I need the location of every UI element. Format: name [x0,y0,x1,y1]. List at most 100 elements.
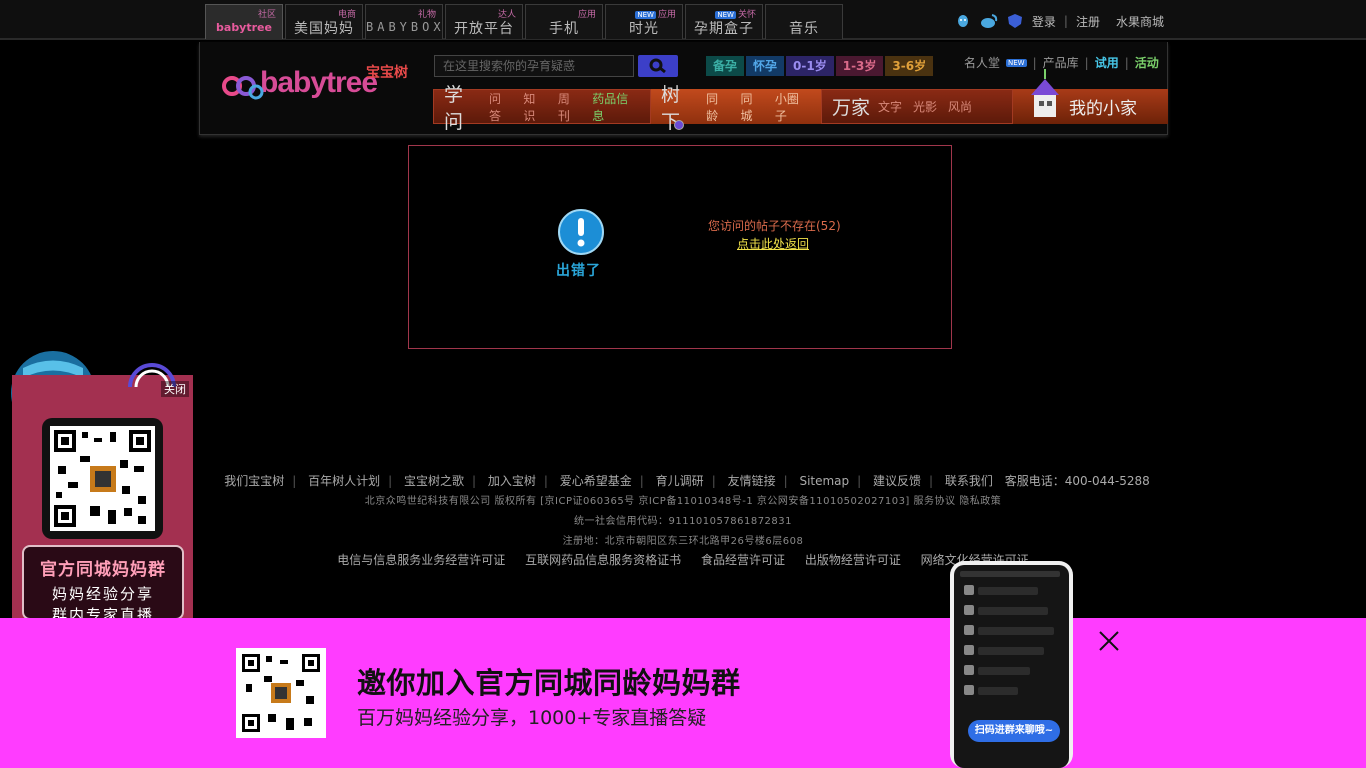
tab-tag-text: 关怀 [737,10,756,20]
nav-wenzi[interactable]: 文字 [878,98,902,115]
ad-text-box: 官方同城妈妈群 妈妈经验分享 群内专家直播 [22,545,184,624]
tab-community[interactable]: 社区 babytree [205,4,283,39]
fruit-mall-link[interactable]: 水果商城 [1116,13,1164,30]
chat-bubble [978,667,1030,675]
divider: | [929,474,934,488]
new-badge: NEW [1006,58,1027,67]
my-home-label: 我的小家 [1069,99,1137,119]
divider: | [388,474,393,488]
footer-link[interactable]: 育儿调研 [648,474,712,488]
avatar [964,585,974,595]
footer-link[interactable]: 建议反馈 [865,474,929,488]
footer-link[interactable]: Sitemap [791,474,857,488]
tab-label: BABYBOX [366,20,445,34]
nav-guangying[interactable]: 光影 [913,98,937,115]
logo-cn: 宝宝树 [366,65,408,81]
trial-link[interactable]: 试用 [1095,54,1119,71]
nav-xuewen: 学问 问答 知识 周刊 药品信息 [433,84,651,133]
tab-shiguang[interactable]: NEW 应用 时光 [605,4,683,39]
ad-close-button[interactable]: 关闭 [161,381,189,397]
account-links: 登录 | 注册 水果商城 [954,12,1164,30]
tab-meiguomama[interactable]: 电商 美国妈妈 [285,4,363,39]
activity-link[interactable]: 活动 [1135,54,1159,71]
tab-label: 孕期盒子 [694,21,754,37]
nav-wanjia-title[interactable]: 万家 [832,93,870,120]
divider: | [639,474,644,488]
register-link[interactable]: 注册 [1076,13,1100,30]
exclamation-icon [558,209,604,255]
footer-link[interactable]: 宝宝树之歌 [396,474,472,488]
chat-row [964,645,1054,657]
tab-babybox[interactable]: 礼物 BABYBOX [365,4,443,39]
tab-tag: NEW 关怀 [715,7,756,20]
logo-text: babytree [260,66,378,99]
license-link[interactable]: 食品经营许可证 [693,553,793,567]
footer-link[interactable]: 百年树人计划 [300,474,388,488]
tab-music[interactable]: 音乐 [765,4,843,39]
weibo-icon[interactable] [980,13,998,29]
tab-tag: 社区 [257,10,276,20]
stage-huaiyun[interactable]: 怀孕 [746,56,785,76]
chat-row [964,685,1054,697]
license-link[interactable]: 出版物经营许可证 [797,553,909,567]
babytree-logo[interactable]: babytree 宝宝树 [222,65,408,100]
new-badge: NEW [635,11,656,19]
bottom-banner: 邀你加入官方同城同龄妈妈群 百万妈妈经验分享，1000+专家直播答疑 [0,618,1366,768]
close-icon[interactable] [1098,630,1120,652]
nav-xiaoquanzi[interactable]: 小圈子 [775,90,810,124]
chat-bubble [978,587,1038,595]
nav-zhoukan[interactable]: 周刊 [558,90,581,124]
celebrity-hall-link[interactable]: 名人堂 [964,54,1000,71]
tab-tag: 达人 [497,10,516,20]
my-home-button[interactable]: 我的小家 [1013,69,1168,124]
avatar [964,685,974,695]
footer-link[interactable]: 加入宝树 [480,474,544,488]
shield-icon[interactable] [1006,13,1024,29]
search-input[interactable]: 在这里搜索你的孕育疑惑 [434,55,634,77]
footer-link[interactable]: 联系我们 [937,474,1001,488]
license-link[interactable]: 电信与信息服务业务经营许可证 [329,553,513,567]
tab-pregnancy-box[interactable]: NEW 关怀 孕期盒子 [685,4,763,39]
phone-status-bar [960,571,1060,577]
tab-label: 时光 [629,21,659,37]
stage-1-3[interactable]: 1-3岁 [835,56,884,76]
tab-open-platform[interactable]: 达人 开放平台 [445,4,523,39]
chat-bubble [978,627,1054,635]
stage-3-6[interactable]: 3-6岁 [885,56,934,76]
divider: | [783,474,788,488]
footer-link[interactable]: 爱心希望基金 [552,474,640,488]
chat-bubble [978,647,1044,655]
tab-logo-babytree: babytree [216,21,272,34]
footer-link[interactable]: 我们宝宝树 [216,474,292,488]
nav-drug-info[interactable]: 药品信息 [592,90,639,124]
nav-wenda[interactable]: 问答 [489,90,512,124]
avatar [964,645,974,655]
tab-tag: 应用 [577,10,596,20]
divider: | [543,474,548,488]
search-button[interactable] [638,55,678,77]
logo-mark-icon [222,76,264,100]
phone-mockup: 扫码进群来聊哦~ [950,561,1073,768]
tab-tag: NEW 应用 [635,7,676,20]
qr-code [42,418,163,539]
footer-link[interactable]: 友情链接 [720,474,784,488]
back-link[interactable]: 点击此处返回 [737,235,809,252]
stage-0-1[interactable]: 0-1岁 [786,56,834,76]
qr-code-icon [50,426,155,531]
login-link[interactable]: 登录 [1032,13,1056,30]
tab-mobile[interactable]: 应用 手机 [525,4,603,39]
qq-icon[interactable] [954,13,972,29]
avatar [964,665,974,675]
stage-beiyun[interactable]: 备孕 [706,56,745,76]
credit-code: 统一社会信用代码：911101057861872831 [573,516,793,527]
divider: | [1124,55,1129,70]
error-message: 您访问的帖子不存在(52) [708,219,841,233]
nav-tongcheng[interactable]: 同城 [740,90,763,124]
nav-tongling[interactable]: 同龄 [706,90,729,124]
avatar [964,625,974,635]
nav-fengshang[interactable]: 风尚 [948,98,972,115]
nav-zhishi[interactable]: 知识 [523,90,546,124]
license-link[interactable]: 互联网药品信息服务资格证书 [517,553,689,567]
nav-xuewen-title[interactable]: 学问 [444,80,481,134]
scan-join-pill[interactable]: 扫码进群来聊哦~ [968,720,1060,742]
